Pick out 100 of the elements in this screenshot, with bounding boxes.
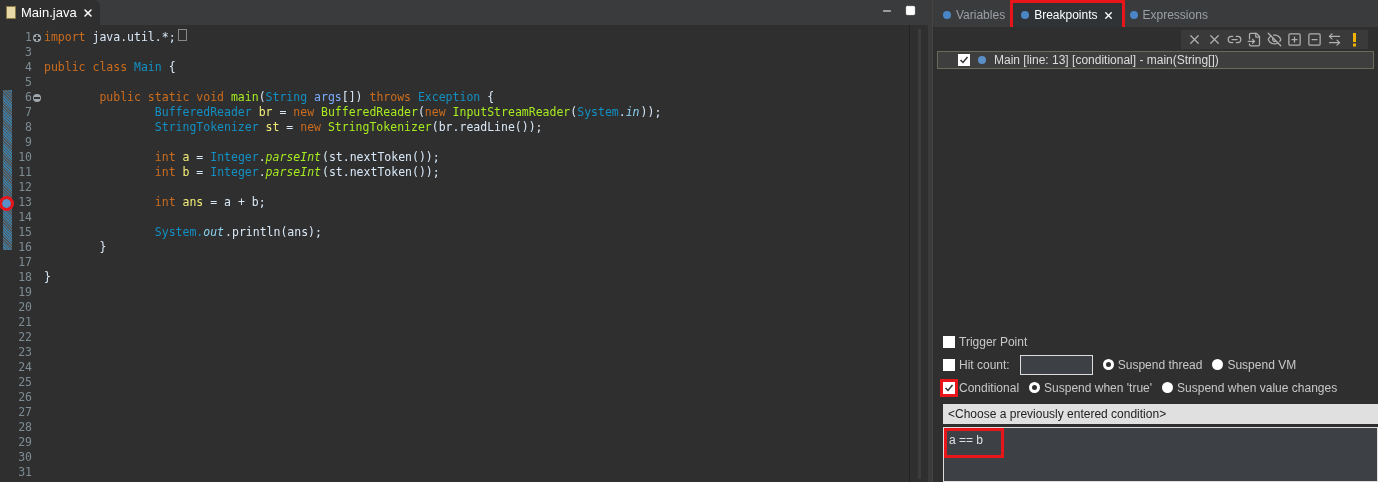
code-token: ( [570, 103, 578, 121]
line-number: 26 [17, 388, 32, 406]
code-token: StringTokenizer [326, 118, 432, 136]
code-token: parseInt [265, 148, 322, 166]
line-number: 31 [17, 463, 32, 481]
line-number: 7 [24, 103, 32, 121]
code-token: . [618, 103, 626, 121]
radio-label: Suspend VM [1227, 356, 1297, 374]
import-icon[interactable] [1247, 31, 1262, 47]
condition-field[interactable]: a == b [947, 431, 1002, 455]
collapse-icon[interactable] [32, 93, 41, 102]
code-token: BufferedReader [153, 103, 252, 121]
line-number: 20 [17, 298, 32, 316]
line-number: 23 [17, 343, 32, 361]
code-token: . [258, 164, 266, 181]
collapse-all-icon[interactable] [1307, 31, 1322, 47]
checkbox[interactable] [943, 358, 955, 371]
checkbox[interactable] [958, 54, 970, 66]
code-token: int [153, 163, 176, 181]
radio-label: Suspend when value changes [1177, 379, 1338, 397]
code-token: ans [181, 193, 204, 211]
line-number: 22 [17, 328, 32, 346]
code-token: in [625, 103, 641, 121]
maximize-icon[interactable] [905, 5, 916, 16]
line-number: 13 [17, 193, 32, 211]
line-number: 25 [17, 373, 32, 391]
code-token: public class [44, 58, 128, 76]
line-number: 14 [17, 208, 32, 226]
code-token: { [167, 58, 176, 76]
code-token: java.util.*; [91, 28, 176, 46]
java-file-icon [6, 6, 16, 19]
line-number: 11 [17, 163, 32, 181]
radio-button[interactable] [1162, 382, 1174, 393]
code-token: br [257, 104, 273, 121]
code-token: (st.nextToken()); [322, 163, 440, 181]
checkbox-label: Conditional [959, 379, 1020, 397]
code-token: int [153, 148, 176, 166]
checkbox-label: Hit count: [959, 356, 1010, 374]
tab-icon [1129, 11, 1138, 19]
code-token: .println(ans); [225, 223, 322, 241]
code-token: throws [369, 88, 411, 106]
expand-all-icon[interactable] [1287, 31, 1302, 47]
line-number: 5 [24, 73, 32, 91]
code-token: = [195, 163, 205, 181]
code-token: . [258, 148, 266, 166]
code-token: = a + b; [209, 193, 266, 211]
close-icon[interactable] [1102, 9, 1114, 21]
line-number: 4 [24, 58, 32, 76]
code-token: )); [640, 103, 662, 121]
breakpoint-icon [978, 56, 986, 64]
code-token: parseInt [265, 164, 322, 181]
line-number: 17 [17, 253, 32, 271]
condition-history-dropdown[interactable]: <Choose a previously entered condition> [943, 404, 1378, 424]
breakpoint-row[interactable]: Main [line: 13] [conditional] - main(String[]) [938, 52, 1373, 68]
folded-code-icon[interactable] [177, 28, 187, 41]
line-number: 28 [17, 418, 32, 436]
line-number: 30 [17, 448, 32, 466]
code-token: Main [133, 58, 162, 76]
editor-tab[interactable]: Main.java [0, 0, 100, 25]
code-token: System [577, 103, 619, 121]
line-number: 21 [17, 313, 32, 331]
line-number: 6 [24, 88, 32, 106]
code-token: BufferedReader [320, 104, 418, 121]
line-number: 12 [17, 178, 32, 196]
code-token: ( [258, 88, 266, 106]
panel-tab[interactable]: Expressions [1121, 3, 1216, 27]
code-token: args [313, 88, 342, 106]
radio-button[interactable] [1102, 359, 1114, 370]
line-number: 16 [17, 238, 32, 256]
close-icon[interactable] [81, 6, 94, 19]
code-token: public static void [98, 88, 224, 106]
code-token: Integer [210, 148, 259, 166]
checkbox[interactable] [943, 381, 955, 394]
line-number: 9 [24, 133, 32, 151]
radio-button[interactable] [1212, 359, 1224, 370]
code-token: b [181, 163, 190, 181]
radio-label: Suspend when 'true' [1044, 379, 1153, 397]
line-number: 10 [17, 148, 32, 166]
code-token: InputStreamReader [451, 104, 571, 121]
code-token: new [300, 118, 321, 136]
panel-tab[interactable]: Variables [935, 3, 1014, 27]
line-number: 15 [17, 223, 32, 241]
code-token: int [153, 193, 176, 211]
code-token: st [264, 118, 280, 136]
code-token: = [278, 104, 288, 121]
code-token: = [285, 118, 295, 136]
expand-icon[interactable] [32, 33, 41, 42]
code-token: } [98, 238, 107, 256]
panel-tab[interactable]: Breakpoints [1013, 3, 1122, 27]
code-token: new [293, 104, 315, 121]
code-token: (st.nextToken()); [322, 148, 440, 166]
code-token: } [44, 268, 51, 286]
line-number: 3 [24, 43, 32, 61]
checkbox[interactable] [943, 335, 955, 348]
hit-count-field[interactable] [1019, 354, 1093, 375]
code-token: Exception [416, 88, 481, 106]
radio-button[interactable] [1029, 382, 1041, 393]
code-token: new [424, 104, 446, 121]
code-token: Integer [210, 164, 259, 181]
code-token: { [486, 88, 495, 106]
